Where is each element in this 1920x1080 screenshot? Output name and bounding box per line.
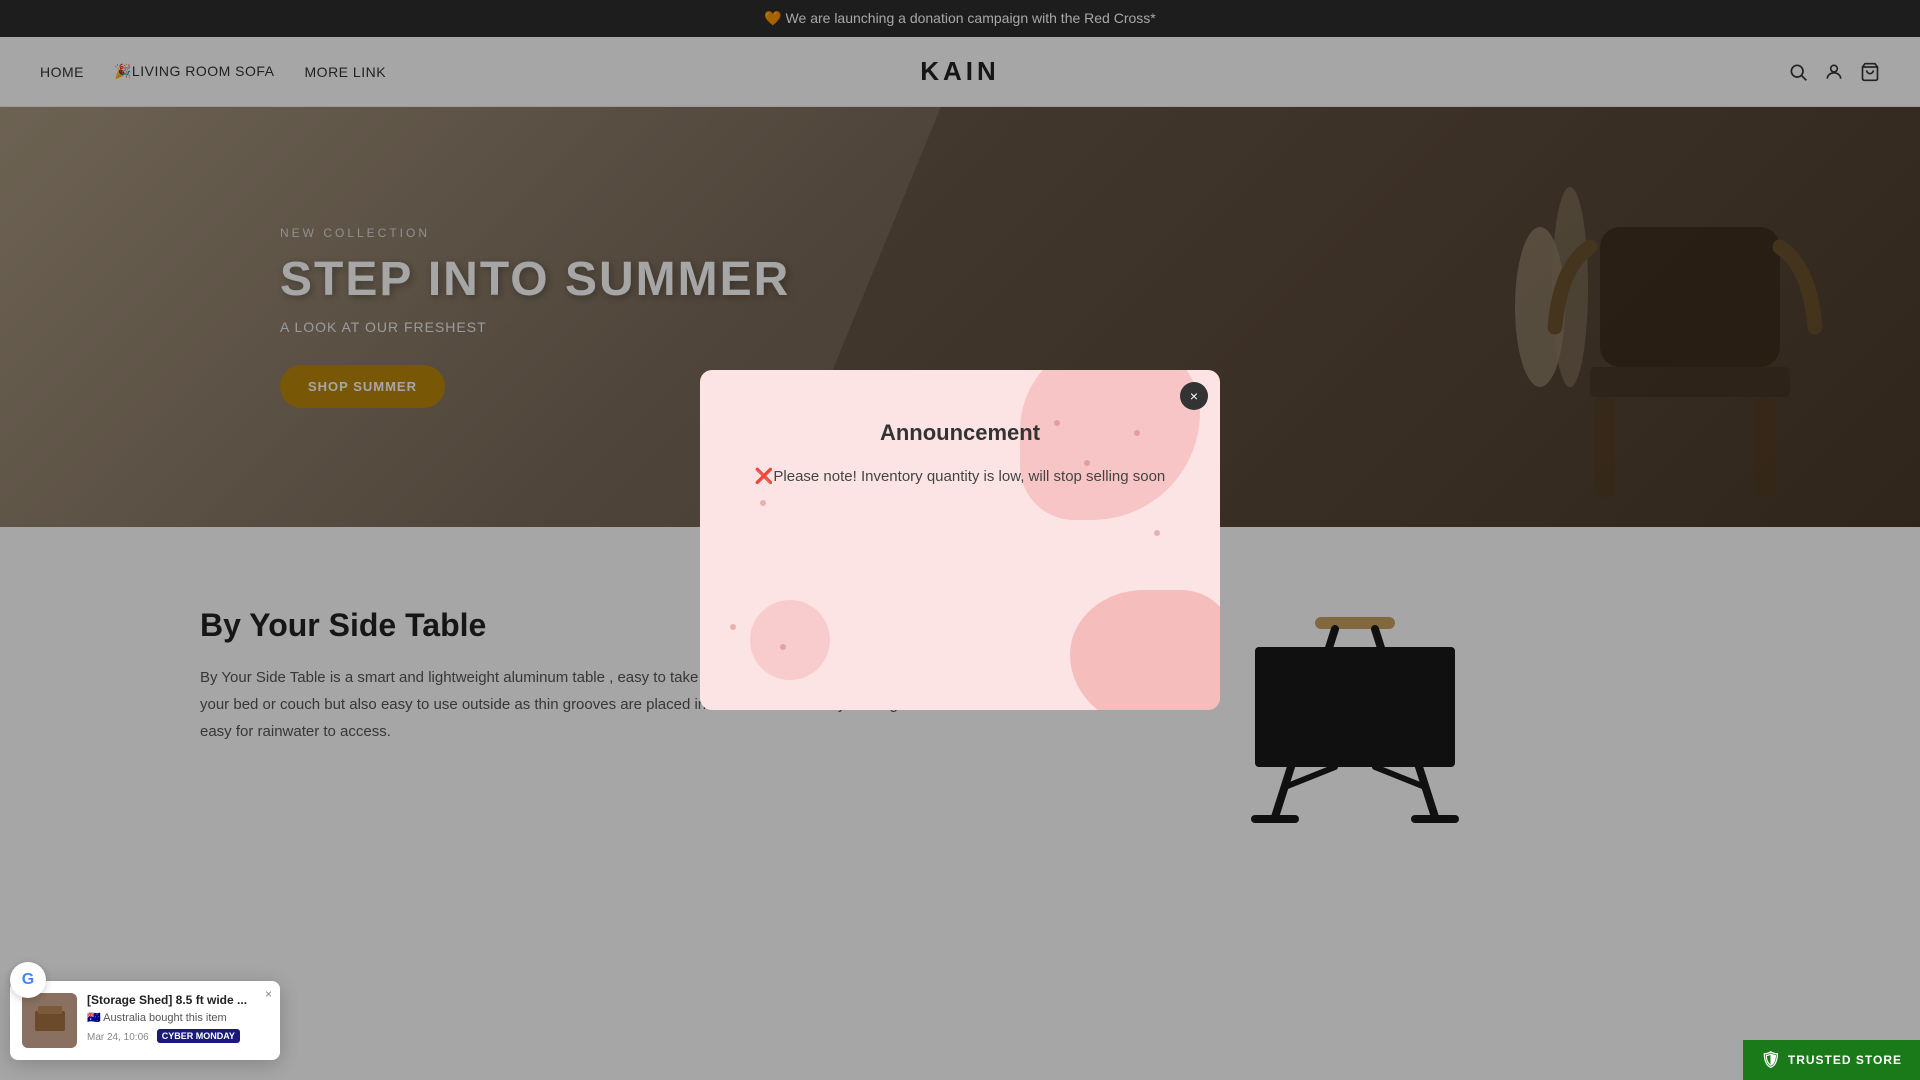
modal-dot-4 bbox=[730, 624, 736, 630]
notification-popup: [Storage Shed] 8.5 ft wide ... 🇦🇺 Austra… bbox=[10, 981, 280, 1060]
notification-time: Mar 24, 10:06 bbox=[87, 1032, 149, 1043]
trusted-store-badge: 🛡 TRUSTED STORE bbox=[1743, 1040, 1920, 1080]
notification-content: [Storage Shed] 8.5 ft wide ... 🇦🇺 Austra… bbox=[87, 993, 268, 1048]
modal-dot-7 bbox=[1154, 530, 1160, 536]
trusted-store-label: TRUSTED STORE bbox=[1788, 1053, 1902, 1067]
modal-dot-5 bbox=[780, 644, 786, 650]
google-logo: G bbox=[10, 962, 46, 998]
trusted-shield-icon: 🛡 bbox=[1761, 1050, 1782, 1070]
announcement-modal: × Announcement ❌Please note! Inventory q… bbox=[700, 370, 1220, 710]
notification-product-image bbox=[22, 993, 77, 1048]
modal-close-button[interactable]: × bbox=[1180, 382, 1208, 410]
modal-blob-2 bbox=[1070, 590, 1220, 710]
notification-flag: 🇦🇺 Australia bought this item bbox=[87, 1011, 268, 1024]
notification-close-button[interactable]: × bbox=[265, 987, 272, 1001]
modal-body: ❌Please note! Inventory quantity is low,… bbox=[740, 466, 1180, 489]
notification-badge: CYBER MONDAY bbox=[157, 1029, 240, 1043]
modal-blob-3 bbox=[750, 600, 830, 680]
modal-dot-6 bbox=[760, 500, 766, 506]
notification-title: [Storage Shed] 8.5 ft wide ... bbox=[87, 993, 268, 1007]
modal-title: Announcement bbox=[740, 420, 1180, 446]
modal-overlay: × Announcement ❌Please note! Inventory q… bbox=[0, 0, 1920, 1080]
